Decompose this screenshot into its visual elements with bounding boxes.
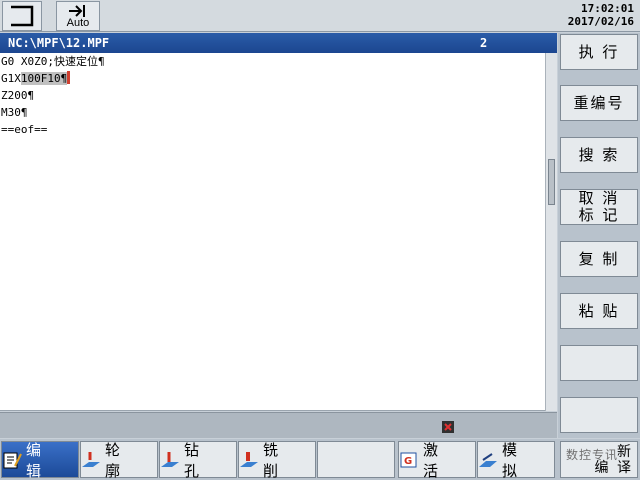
channel-number: 2 — [480, 36, 488, 50]
arrow-into-bar-icon — [69, 4, 85, 17]
paste-button[interactable]: 粘 贴 — [560, 293, 638, 329]
tab-contour-label: 轮 廓 — [105, 440, 127, 480]
tab-mill[interactable]: 铣 削 — [238, 440, 316, 480]
simulate-icon — [479, 452, 497, 467]
tab-mill-label: 铣 削 — [263, 440, 285, 480]
clock-date: 2017/02/16 — [567, 15, 634, 28]
search-button[interactable]: 搜 索 — [560, 137, 638, 173]
softkey-empty-2[interactable] — [560, 397, 638, 433]
watermark-text: 数控专讯 — [566, 448, 619, 462]
code-text: ==eof== — [1, 123, 48, 136]
renumber-button[interactable]: 重编号 — [560, 85, 638, 121]
mill-icon — [240, 451, 258, 467]
renumber-label: 重编号 — [573, 93, 625, 112]
menu-button[interactable] — [2, 1, 42, 31]
code-text: G1X — [1, 72, 21, 85]
bracket-icon — [11, 5, 34, 27]
text-cursor — [67, 71, 71, 84]
unmark-button[interactable]: 取 消 标 记 — [560, 189, 638, 225]
tab-drill-label: 钻 孔 — [184, 440, 206, 480]
code-line[interactable]: ==eof== — [0, 121, 545, 138]
code-text: G0 X0Z0;快速定位¶ — [1, 55, 105, 68]
new-label: 新 — [617, 443, 633, 460]
code-line[interactable]: M30¶ — [0, 104, 545, 121]
code-text: ¶ — [60, 72, 68, 85]
code-text: M30¶ — [1, 106, 28, 119]
g-code-icon: G — [400, 452, 418, 467]
execute-label: 执 行 — [578, 42, 620, 61]
code-line[interactable]: G0 X0Z0;快速定位¶ — [0, 53, 545, 70]
softkey-empty-1[interactable] — [560, 345, 638, 381]
clock: 17:02:01 2017/02/16 — [568, 2, 634, 28]
drill-icon — [161, 451, 179, 467]
selected-text: 100F10 — [20, 72, 61, 85]
editor-title-bar: NC:\MPF\12.MPF 2 — [0, 33, 557, 53]
svg-text:G: G — [404, 456, 418, 467]
simulate-label: 模 拟 — [502, 440, 524, 480]
scrollbar-thumb[interactable] — [548, 159, 555, 205]
tab-contour[interactable]: 轮 廓 — [80, 440, 158, 480]
unmark-label-line1: 取 消 — [578, 189, 620, 207]
edit-icon — [3, 452, 22, 468]
tab-edit-label: 编 辑 — [26, 440, 48, 480]
tab-edit[interactable]: 编 辑 — [1, 440, 79, 480]
code-text: Z200¶ — [1, 89, 35, 102]
unmark-label-line2: 标 记 — [578, 206, 620, 224]
activate-label: 激 活 — [423, 440, 445, 480]
tab-drill[interactable]: 钻 孔 — [159, 440, 237, 480]
message-bar — [0, 412, 557, 438]
search-label: 搜 索 — [578, 145, 620, 164]
auto-mode-label: Auto — [66, 16, 90, 29]
program-editor[interactable]: G0 X0Z0;快速定位¶ G1X100F10¶ Z200¶ M30¶ ==eo… — [0, 53, 545, 411]
alarm-x-icon — [442, 421, 454, 433]
clock-time: 17:02:01 — [581, 2, 634, 15]
copy-button[interactable]: 复 制 — [560, 241, 638, 277]
activate-button[interactable]: G 激 活 — [398, 440, 476, 480]
top-status-bar: Auto 17:02:01 2017/02/16 — [0, 0, 640, 32]
code-line[interactable]: Z200¶ — [0, 87, 545, 104]
softkey-empty-3[interactable] — [317, 441, 395, 478]
watermark: 数控专讯 — [566, 446, 618, 463]
simulate-button[interactable]: 模 拟 — [477, 440, 555, 480]
file-path: NC:\MPF\12.MPF — [8, 36, 110, 50]
vertical-softkey-bar: 执 行 重编号 搜 索 取 消 标 记 复 制 粘 贴 — [558, 33, 640, 438]
auto-mode-button[interactable]: Auto — [56, 1, 100, 31]
paste-label: 粘 贴 — [578, 301, 620, 320]
execute-button[interactable]: 执 行 — [560, 34, 638, 70]
contour-icon — [82, 451, 100, 467]
code-line[interactable]: G1X100F10¶ — [0, 70, 545, 87]
copy-label: 复 制 — [578, 249, 620, 268]
horizontal-softkey-bar: 编 辑 轮 廓 钻 孔 铣 削 G 激 活 模 拟 新 编 译 — [0, 439, 640, 480]
editor-scrollbar[interactable] — [545, 53, 557, 411]
